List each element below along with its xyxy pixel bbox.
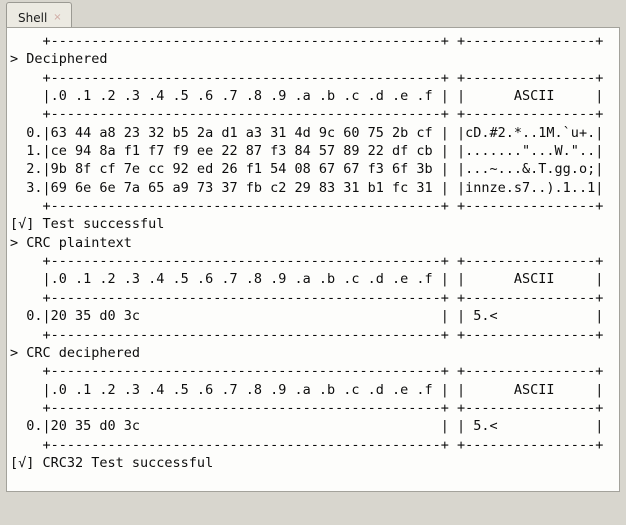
console-line: +---------------------------------------… — [10, 33, 604, 49]
console-line: > CRC deciphered — [10, 344, 141, 361]
console-line: +---------------------------------------… — [10, 198, 604, 215]
console-line: +---------------------------------------… — [10, 326, 604, 343]
console-line: |.0 .1 .2 .3 .4 .5 .6 .7 .8 .9 .a .b .c … — [10, 88, 604, 105]
console-line: 1.|ce 94 8a f1 f7 f9 ee 22 87 f3 84 57 8… — [10, 143, 604, 160]
tab-shell[interactable]: Shell × — [6, 2, 72, 28]
console-line: +---------------------------------------… — [10, 399, 604, 416]
console-line: +---------------------------------------… — [10, 69, 604, 86]
tab-strip: Shell × — [0, 0, 626, 28]
console-line: |.0 .1 .2 .3 .4 .5 .6 .7 .8 .9 .a .b .c … — [10, 271, 604, 288]
console-line: +---------------------------------------… — [10, 289, 604, 306]
console-output: +---------------------------------------… — [7, 32, 619, 472]
console-line: +---------------------------------------… — [10, 436, 604, 453]
console-line: [√] Test successful — [10, 216, 165, 233]
console-line: 2.|9b 8f cf 7e cc 92 ed 26 f1 54 08 67 6… — [10, 161, 604, 178]
tab-shell-label: Shell — [18, 10, 48, 25]
console-line: 0.|20 35 d0 3c | | 5.< | — [10, 308, 604, 325]
console-line: +---------------------------------------… — [10, 106, 604, 123]
console-line: > Deciphered — [10, 51, 108, 68]
close-icon[interactable]: × — [53, 12, 61, 23]
console-line: +---------------------------------------… — [10, 363, 604, 380]
terminal-panel[interactable]: +---------------------------------------… — [6, 27, 620, 492]
console-line: > CRC plaintext — [10, 234, 132, 251]
console-line: 3.|69 6e 6e 7a 65 a9 73 37 fb c2 29 83 3… — [10, 179, 604, 196]
console-line: 0.|20 35 d0 3c | | 5.< | — [10, 418, 604, 435]
console-line: |.0 .1 .2 .3 .4 .5 .6 .7 .8 .9 .a .b .c … — [10, 381, 604, 398]
console-line: [√] CRC32 Test successful — [10, 454, 214, 471]
console-line: 0.|63 44 a8 23 32 b5 2a d1 a3 31 4d 9c 6… — [10, 124, 604, 141]
shell-window: Shell × +-------------------------------… — [0, 0, 626, 525]
console-line: +---------------------------------------… — [10, 253, 604, 270]
